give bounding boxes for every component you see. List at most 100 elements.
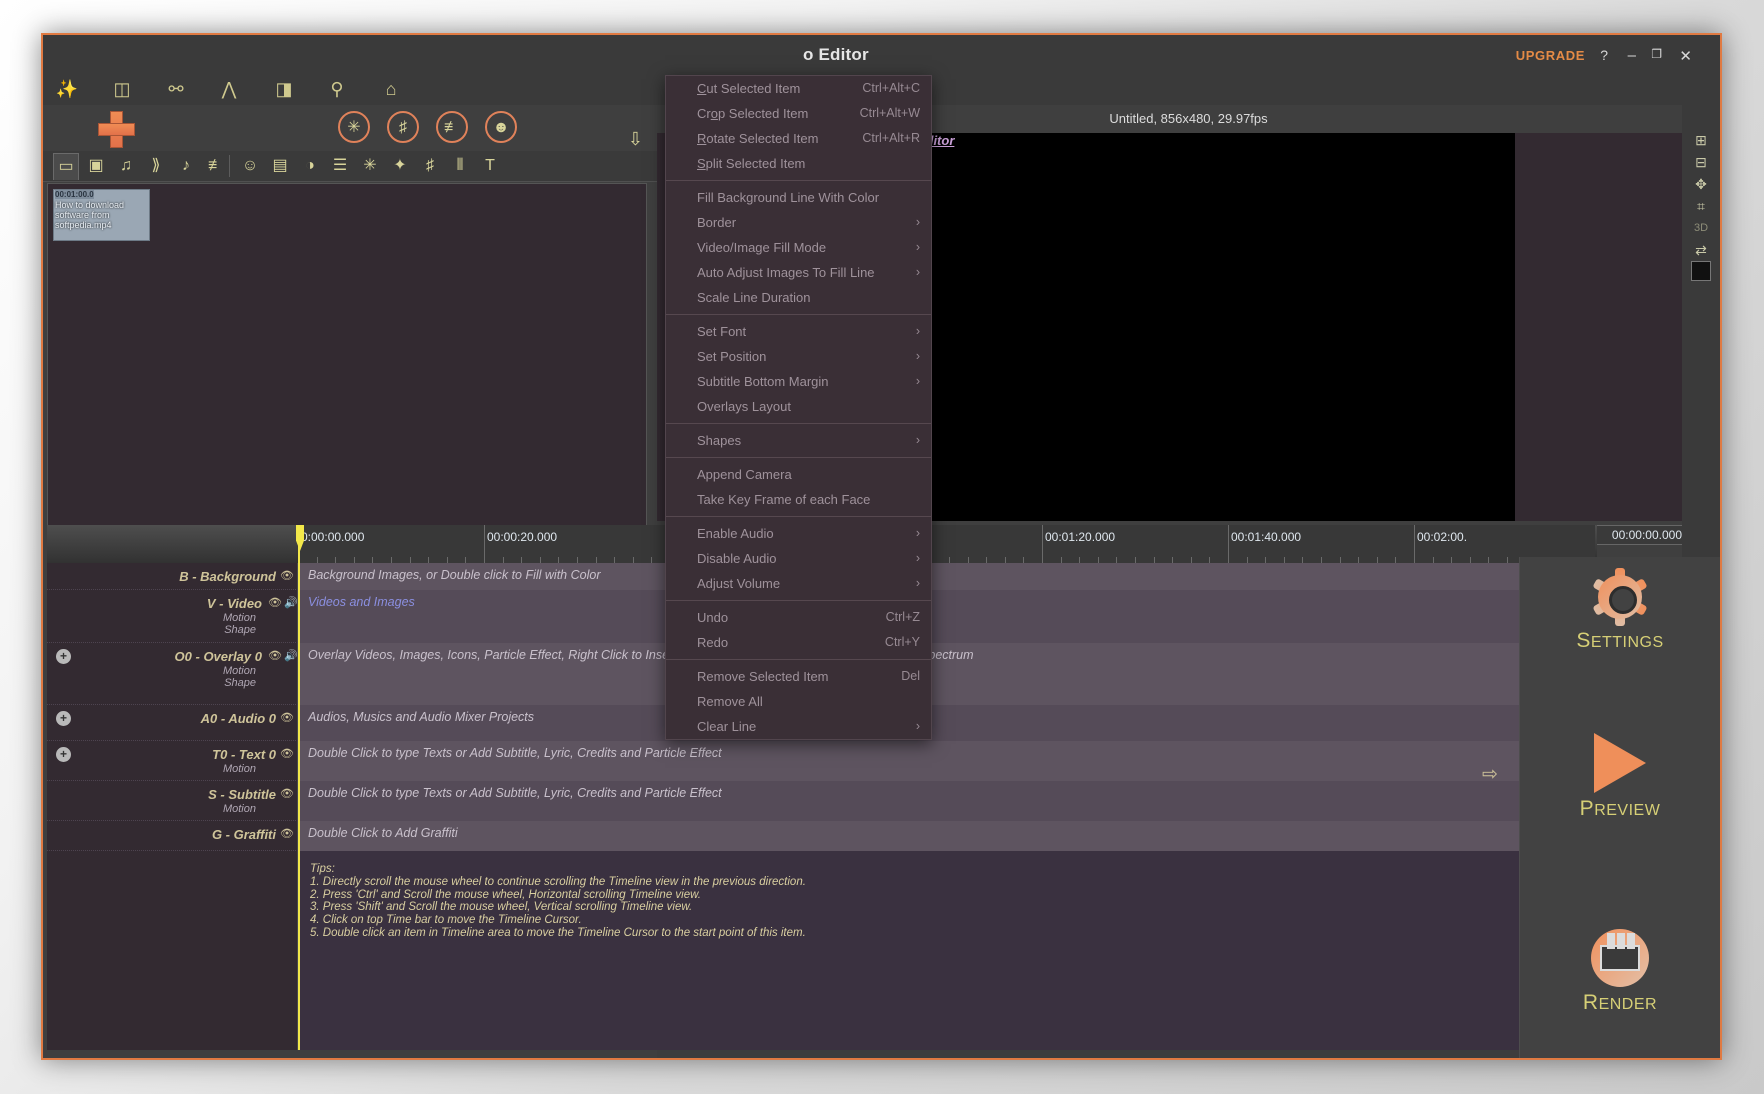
menu-item-remove-all[interactable]: Remove All xyxy=(666,689,931,714)
contrast-tab-icon[interactable]: ◑ xyxy=(297,153,323,179)
menu-item-crop-selected-item[interactable]: Crop Selected ItemCtrl+Alt+W xyxy=(666,101,931,126)
grid-layout-icon[interactable]: ⊞ xyxy=(1687,129,1715,151)
track-audio-icon[interactable]: 🔊 xyxy=(284,596,298,609)
track-header-6[interactable]: G - Graffiti👁 xyxy=(47,821,298,851)
track-visibility-icon[interactable]: 👁 xyxy=(268,649,282,662)
track-visibility-icon[interactable]: 👁 xyxy=(268,596,282,609)
expand-arrow-icon[interactable]: ⇨ xyxy=(1482,763,1498,786)
account-icon[interactable]: ☻ xyxy=(485,111,517,143)
menu-item-take-key-frame-of-each-face[interactable]: Take Key Frame of each Face xyxy=(666,487,931,512)
video-tab-icon[interactable]: ▭ xyxy=(53,153,79,180)
mixer-tab-icon[interactable]: ≢ xyxy=(203,153,229,179)
track-header-1[interactable]: V - Video👁🔊MotionShape xyxy=(47,590,298,643)
menu-item-video-image-fill-mode[interactable]: Video/Image Fill Mode› xyxy=(666,235,931,260)
three-d-icon[interactable]: 3D xyxy=(1687,217,1715,239)
upgrade-button[interactable]: UPGRADE xyxy=(1516,48,1585,63)
emoji-tab-icon[interactable]: ☺ xyxy=(237,153,263,179)
menu-item-undo[interactable]: UndoCtrl+Z xyxy=(666,605,931,630)
track-lane-0[interactable]: Background Images, or Double click to Fi… xyxy=(298,563,1595,590)
preview-screen[interactable] xyxy=(870,133,1515,521)
render-button[interactable]: RENDER xyxy=(1520,929,1720,1015)
track-header-5[interactable]: S - Subtitle👁Motion xyxy=(47,781,298,821)
download-icon[interactable]: ⇩ xyxy=(628,129,643,150)
track-visibility-icon[interactable]: 👁 xyxy=(280,569,294,582)
track-header-4[interactable]: +T0 - Text 0👁Motion xyxy=(47,741,298,781)
photo-tab-icon[interactable]: ▣ xyxy=(83,153,109,179)
menu-item-append-camera[interactable]: Append Camera xyxy=(666,462,931,487)
menu-item-scale-line-duration[interactable]: Scale Line Duration xyxy=(666,285,931,310)
menu-item-split-selected-item[interactable]: Split Selected Item xyxy=(666,151,931,176)
context-menu[interactable]: Cut Selected ItemCtrl+Alt+CCrop Selected… xyxy=(665,75,932,740)
playhead[interactable] xyxy=(298,525,300,1050)
flip-icon[interactable]: ⇄ xyxy=(1687,239,1715,261)
maximize-button[interactable]: ❐ xyxy=(1651,47,1662,61)
track-visibility-icon[interactable]: 👁 xyxy=(280,827,294,840)
menu-item-set-font[interactable]: Set Font› xyxy=(666,319,931,344)
menu-item-clear-line[interactable]: Clear Line› xyxy=(666,714,931,739)
track-sub-motion[interactable]: Motion xyxy=(223,763,256,775)
media-thumbnail[interactable]: 00:01:00.0 How to download software from… xyxy=(53,189,150,241)
track-sub-shape[interactable]: Shape xyxy=(224,624,256,636)
track-header-0[interactable]: B - Background👁 xyxy=(47,563,298,590)
menu-item-shapes[interactable]: Shapes› xyxy=(666,428,931,453)
list-tab-icon[interactable]: ☰ xyxy=(327,153,353,179)
track-visibility-icon[interactable]: 👁 xyxy=(280,711,294,724)
preview-button[interactable]: PREVIEW xyxy=(1520,733,1720,821)
particle-tab-icon[interactable]: ✳ xyxy=(357,153,383,179)
track-sub-motion[interactable]: Motion xyxy=(223,665,256,677)
menu-item-redo[interactable]: RedoCtrl+Y xyxy=(666,630,931,655)
move-icon[interactable]: ✥ xyxy=(1687,173,1715,195)
align-icon[interactable]: ⊟ xyxy=(1687,151,1715,173)
shirt-icon[interactable]: ⌂ xyxy=(375,77,407,101)
transition-tab-icon[interactable]: ⟫ xyxy=(143,153,169,179)
open-list-icon[interactable]: ⚯ xyxy=(160,77,192,101)
menu-item-subtitle-bottom-margin[interactable]: Subtitle Bottom Margin› xyxy=(666,369,931,394)
track-header-3[interactable]: +A0 - Audio 0👁 xyxy=(47,705,298,741)
audio-fx-tab-icon[interactable]: ♪ xyxy=(173,153,199,179)
spectrum-tab-icon[interactable]: ⦀ xyxy=(447,153,473,179)
note-tab-icon[interactable]: ♯ xyxy=(417,153,443,179)
menu-item-border[interactable]: Border› xyxy=(666,210,931,235)
menu-item-enable-audio[interactable]: Enable Audio› xyxy=(666,521,931,546)
track-lane-6[interactable]: Double Click to Add Graffiti xyxy=(298,821,1595,851)
track-lane-1[interactable]: Videos and Images xyxy=(298,590,1595,643)
menu-item-adjust-volume[interactable]: Adjust Volume› xyxy=(666,571,931,596)
track-sub-motion[interactable]: Motion xyxy=(223,612,256,624)
add-track-button[interactable]: + xyxy=(56,711,71,726)
magic-wand-icon[interactable]: ✨ xyxy=(51,77,83,101)
track-header-2[interactable]: +O0 - Overlay 0👁🔊MotionShape xyxy=(47,643,298,705)
crop-icon[interactable]: ⌗ xyxy=(1687,195,1715,217)
menu-item-overlays-layout[interactable]: Overlays Layout xyxy=(666,394,931,419)
effects-icon[interactable]: ✳ xyxy=(338,111,370,143)
track-lane-2[interactable]: Overlay Videos, Images, Icons, Particle … xyxy=(298,643,1595,705)
menu-item-fill-background-line-with-color[interactable]: Fill Background Line With Color xyxy=(666,185,931,210)
menu-item-set-position[interactable]: Set Position› xyxy=(666,344,931,369)
menu-item-auto-adjust-images-to-fill-line[interactable]: Auto Adjust Images To Fill Line› xyxy=(666,260,931,285)
split-view-icon[interactable]: ◨ xyxy=(268,77,300,101)
add-track-button[interactable]: + xyxy=(56,649,71,664)
time-ruler[interactable]: 0:00:00.00000:00:20.00000:00:40.00000:01… xyxy=(298,525,1595,563)
search-icon[interactable]: ⚲ xyxy=(321,77,353,101)
menu-item-rotate-selected-item[interactable]: Rotate Selected ItemCtrl+Alt+R xyxy=(666,126,931,151)
text-tab-icon[interactable]: T xyxy=(477,153,503,179)
track-lane-5[interactable]: Double Click to type Texts or Add Subtit… xyxy=(298,781,1595,821)
music-tab-icon[interactable]: ♫ xyxy=(113,153,139,179)
track-visibility-icon[interactable]: 👁 xyxy=(280,747,294,760)
add-track-button[interactable]: + xyxy=(56,747,71,762)
add-media-icon[interactable] xyxy=(98,111,134,147)
transition-icon[interactable]: ≢ xyxy=(436,111,468,143)
media-bin[interactable]: 00:01:00.0 How to download software from… xyxy=(47,183,647,555)
track-visibility-icon[interactable]: 👁 xyxy=(280,787,294,800)
menu-item-cut-selected-item[interactable]: Cut Selected ItemCtrl+Alt+C xyxy=(666,76,931,101)
new-project-icon[interactable]: ◫ xyxy=(106,77,138,101)
track-sub-shape[interactable]: Shape xyxy=(224,677,256,689)
minimize-button[interactable]: – xyxy=(1628,47,1636,64)
track-audio-icon[interactable]: 🔊 xyxy=(284,649,298,662)
help-button[interactable]: ? xyxy=(1600,47,1608,63)
peak-icon[interactable]: ⋀ xyxy=(213,77,245,101)
track-sub-motion[interactable]: Motion xyxy=(223,803,256,815)
close-button[interactable]: ✕ xyxy=(1679,47,1692,65)
color-swatch-icon[interactable] xyxy=(1691,261,1711,281)
track-lane-3[interactable]: Audios, Musics and Audio Mixer Projects xyxy=(298,705,1595,741)
settings-button[interactable]: SETTINGS xyxy=(1520,569,1720,653)
